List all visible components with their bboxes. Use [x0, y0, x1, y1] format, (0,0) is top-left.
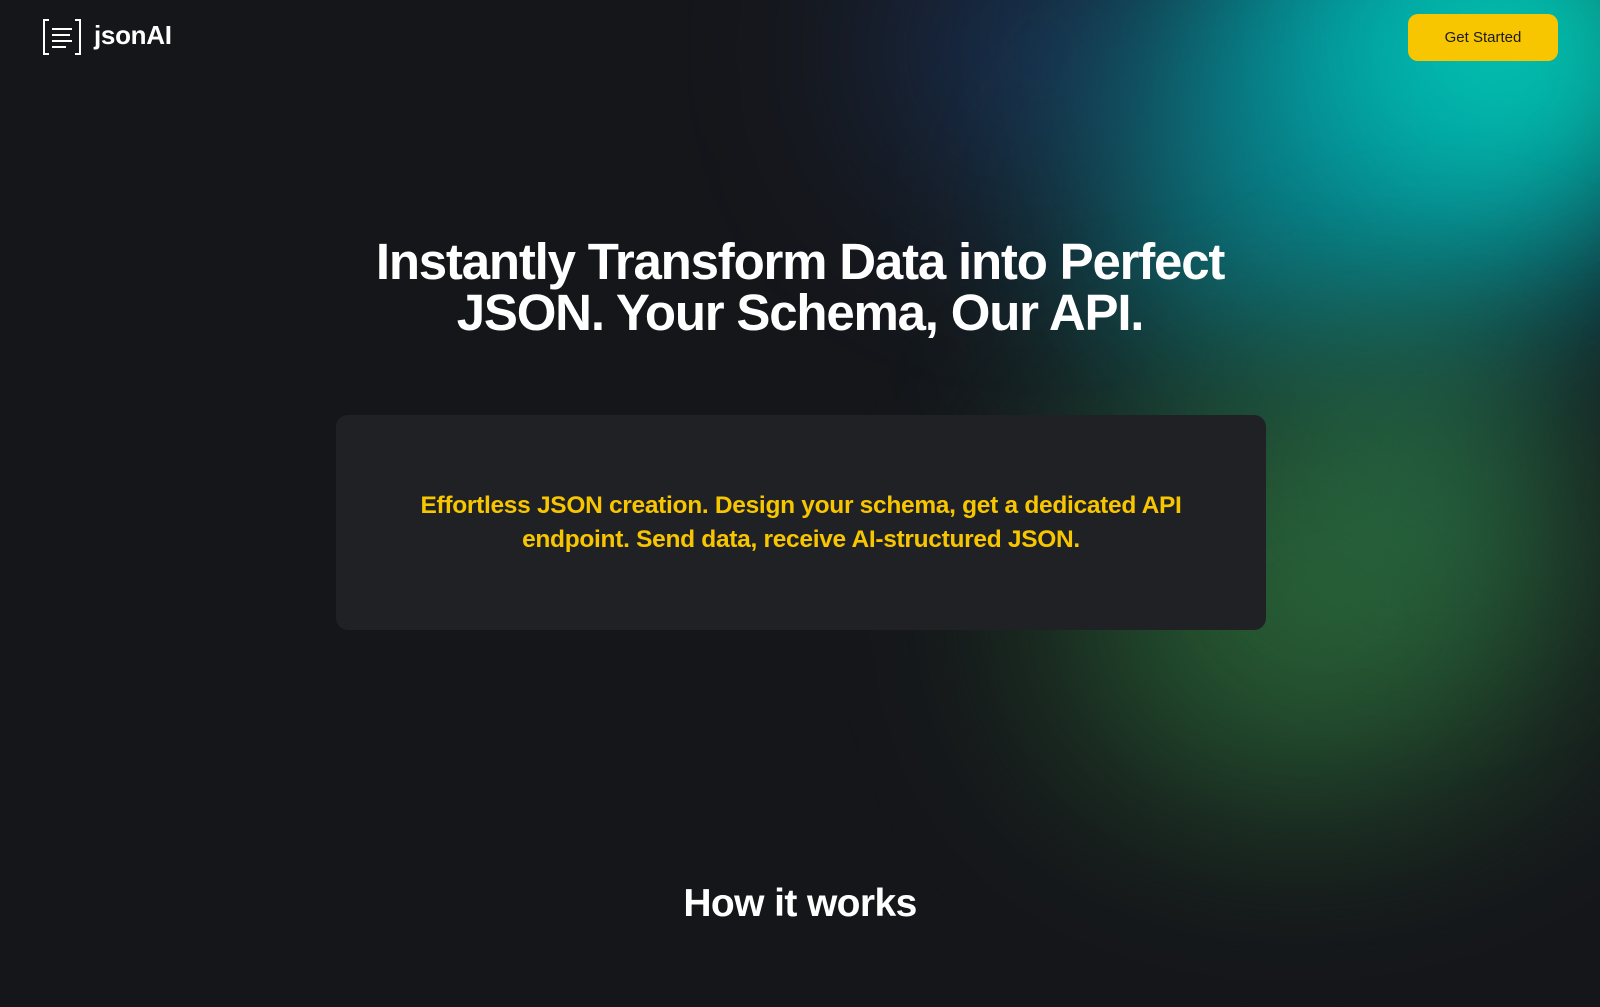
logo-link[interactable]: jsonAI	[42, 18, 172, 56]
how-it-works-heading: How it works	[683, 882, 917, 925]
hero-description-card: Effortless JSON creation. Design your sc…	[336, 415, 1266, 630]
logo-text: jsonAI	[94, 19, 172, 50]
site-header: jsonAI Get Started	[0, 0, 1600, 76]
hero-title: Instantly Transform Data into Perfect JS…	[375, 233, 1226, 341]
json-brackets-lines-icon	[43, 19, 81, 55]
get-started-button[interactable]: Get Started	[1408, 14, 1558, 61]
hero-description: Effortless JSON creation. Design your sc…	[420, 491, 1182, 553]
